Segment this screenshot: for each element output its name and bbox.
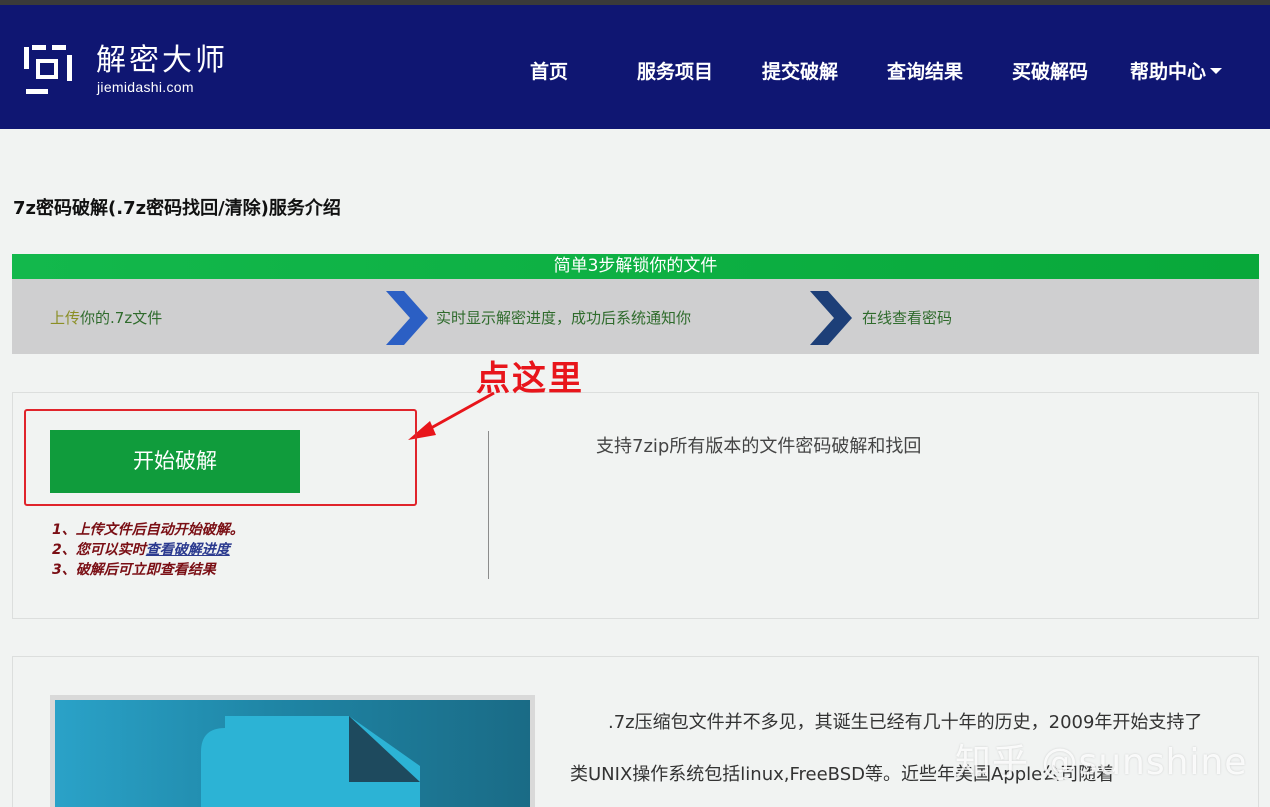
instruction-1: 1、上传文件后自动开始破解。 — [52, 522, 244, 538]
step-2: 实时显示解密进度，成功后系统通知你 — [436, 309, 692, 327]
step-3: 在线查看密码 — [862, 309, 953, 327]
site-header: 解密大师 jiemidashi.com 首页 服务项目 提交破解 查询结果 买破… — [0, 5, 1270, 129]
nav-item-buy-code[interactable]: 买破解码 — [1012, 57, 1088, 84]
step-1: 上传你的.7z文件 — [50, 307, 162, 328]
steps-panel: 上传你的.7z文件 实时显示解密进度，成功后系统通知你 在线查看密码 — [12, 279, 1259, 354]
watermark: 知乎 @sunshine — [955, 742, 1248, 783]
nav-item-results[interactable]: 查询结果 — [887, 57, 963, 84]
vertical-divider — [488, 431, 489, 579]
start-crack-button[interactable]: 开始破解 — [50, 430, 300, 493]
instruction-2-text: 2、您可以实时 — [52, 542, 146, 558]
main-nav: 首页 服务项目 提交破解 查询结果 买破解码 帮助中心 — [0, 57, 1270, 87]
nav-item-submit[interactable]: 提交破解 — [762, 57, 838, 84]
steps-header: 简单3步解锁你的文件 — [12, 254, 1259, 279]
caret-down-icon — [1210, 68, 1223, 74]
chevron-right-icon — [386, 291, 428, 345]
step-1-text: 你的.7z文件 — [80, 309, 163, 327]
view-progress-link[interactable]: 查看破解进度 — [146, 542, 230, 558]
nav-item-help[interactable]: 帮助中心 — [1130, 57, 1223, 84]
intro-line-1: .7z压缩包文件并不多见，其诞生已经有几十年的历史，2009年开始支持了 — [608, 712, 1203, 733]
chevron-right-icon — [810, 291, 852, 345]
file-icon — [201, 716, 420, 807]
step-1-highlight: 上传 — [50, 309, 81, 327]
nav-item-home[interactable]: 首页 — [530, 57, 568, 84]
nav-item-help-label: 帮助中心 — [1130, 61, 1207, 83]
page-title: 7z密码破解(.7z密码找回/清除)服务介绍 — [13, 198, 341, 219]
support-text: 支持7zip所有版本的文件密码破解和找回 — [596, 436, 922, 457]
instruction-2: 2、您可以实时查看破解进度 — [52, 540, 244, 560]
instruction-3: 3、破解后可立即查看结果 — [52, 562, 216, 578]
intro-image — [55, 700, 530, 807]
nav-item-services[interactable]: 服务项目 — [637, 57, 713, 84]
instruction-list: 1、上传文件后自动开始破解。 2、您可以实时查看破解进度 3、破解后可立即查看结… — [52, 520, 244, 580]
